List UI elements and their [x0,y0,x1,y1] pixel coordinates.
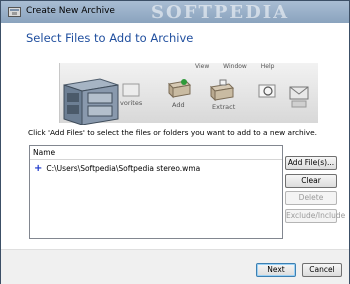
archive-app-icon [8,7,21,17]
add-files-button[interactable]: Add File(s)... [285,156,337,170]
add-icon [167,79,192,99]
softpedia-watermark: SOFTPEDIA [151,2,290,23]
mail-icon [289,86,309,108]
extract-icon [209,79,235,101]
add-marker-icon: + [34,163,43,174]
clear-button[interactable]: Clear [285,174,337,188]
create-new-archive-window: Create New Archive SOFTPEDIA Select File… [0,0,350,284]
window-title: Create New Archive [26,6,115,16]
file-path: C:\Users\Softpedia\Softpedia stereo.wma [46,164,201,173]
footer-bar [1,249,349,284]
instruction-text: Click 'Add Files' to select the files or… [28,128,318,137]
banner-label-add: Add [172,101,185,109]
favorites-icon [122,83,140,97]
banner-menu-window: Window [223,63,247,70]
column-header-name[interactable]: Name [30,146,282,160]
page-heading: Select Files to Add to Archive [26,31,194,45]
archive-cabinet-icon [63,78,119,125]
exclude-include-button[interactable]: Exclude/Include [285,209,345,223]
banner-image: View Window Help vorites Add Extract [59,63,318,125]
file-list-row[interactable]: + C:\Users\Softpedia\Softpedia stereo.wma [30,162,282,175]
banner-menu-view: View [195,63,210,70]
banner-label-favorites: vorites [120,99,143,107]
cancel-button[interactable]: Cancel [302,263,342,277]
title-bar[interactable]: Create New Archive SOFTPEDIA [1,1,349,23]
file-list[interactable]: Name + C:\Users\Softpedia\Softpedia stere… [29,145,283,239]
banner-menu-help: Help [260,63,275,70]
delete-button[interactable]: Delete [285,191,337,205]
banner-label-extract: Extract [212,103,236,111]
next-button[interactable]: Next [256,263,296,277]
banner-menubar: View Window Help [195,63,286,70]
view-icon [258,84,276,98]
